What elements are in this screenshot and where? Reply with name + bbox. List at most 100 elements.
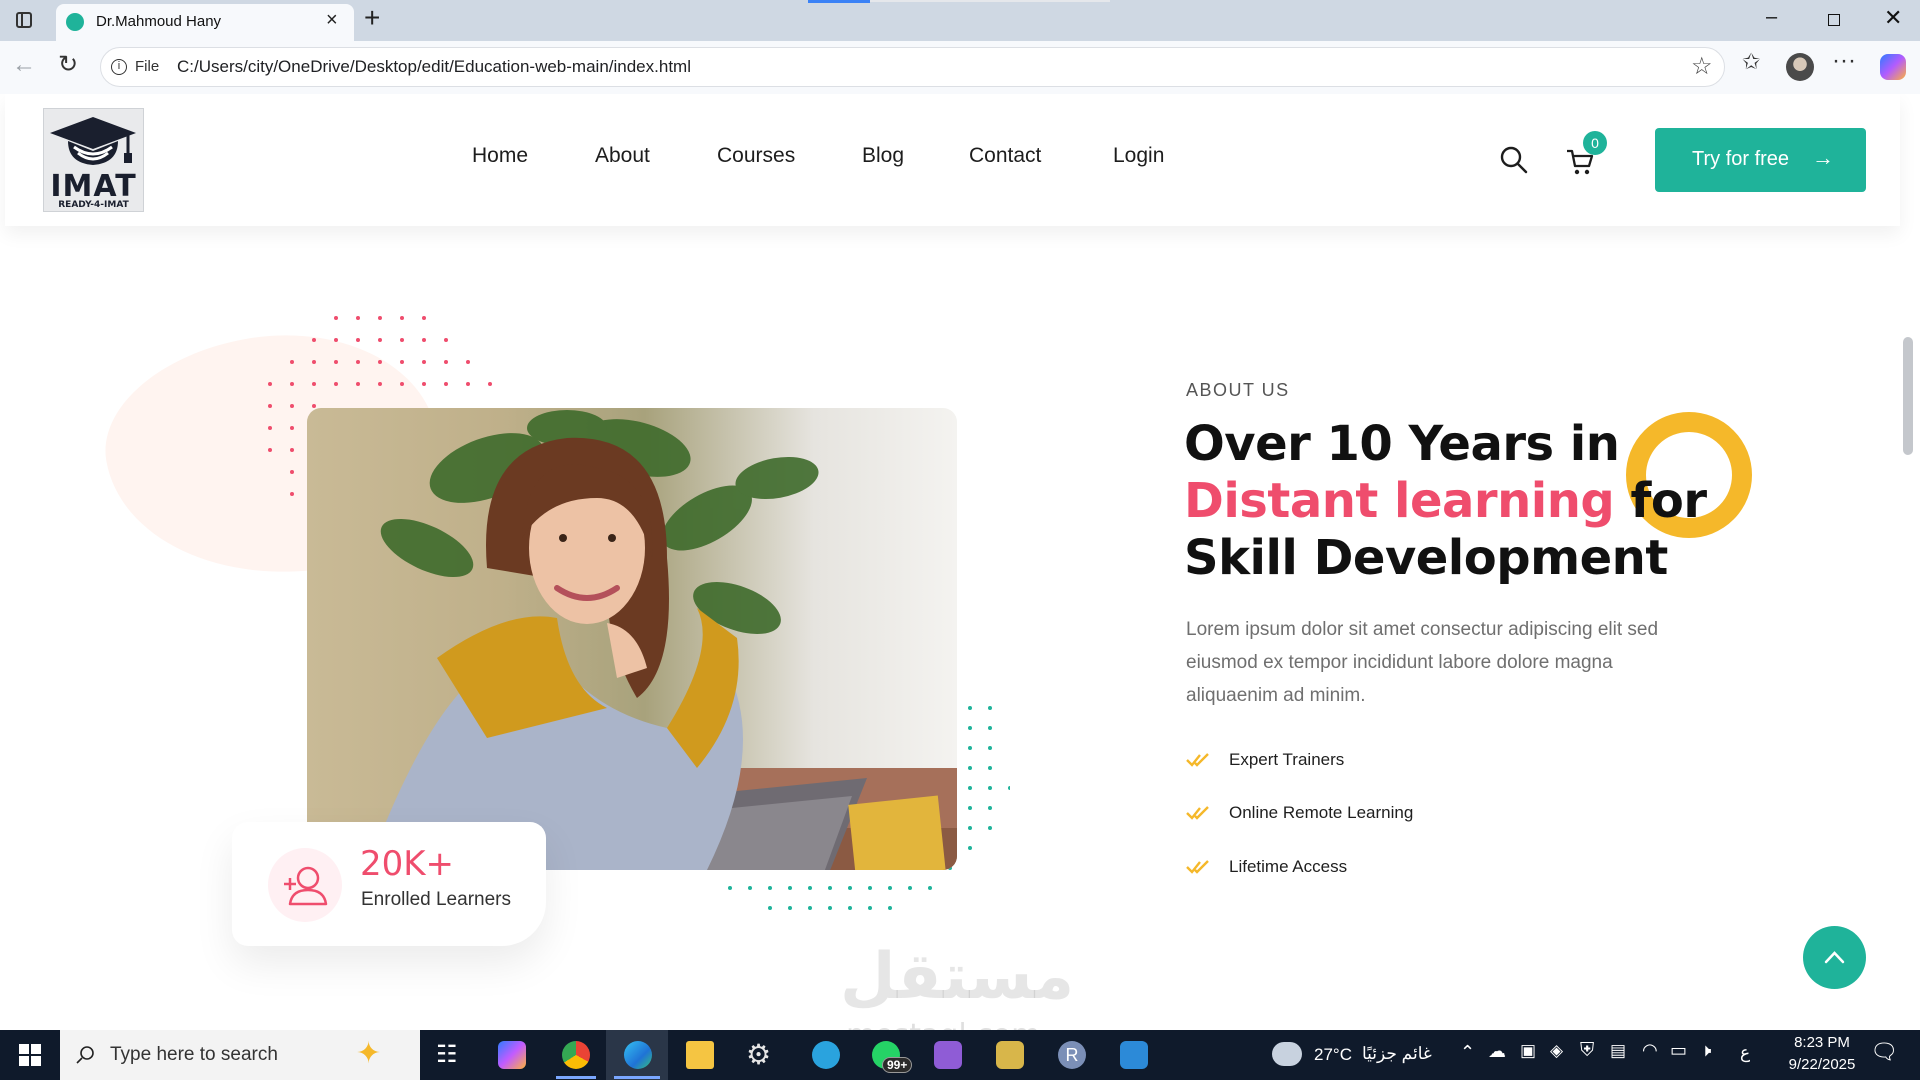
heading-line-1: Over 10 Years in	[1184, 416, 1620, 472]
heading-for: for	[1630, 473, 1707, 529]
logo-text: IMAT	[50, 169, 137, 204]
copilot-icon[interactable]	[1880, 54, 1906, 80]
battery-icon[interactable]: ▭	[1670, 1040, 1687, 1061]
heading-line-3: Skill Development	[1184, 530, 1668, 586]
add-user-icon-bg	[268, 848, 342, 922]
tab-title: Dr.Mahmoud Hany	[96, 13, 222, 30]
site-info-icon[interactable]: i	[111, 59, 127, 75]
omnibox[interactable]: i File C:/Users/city/OneDrive/Desktop/ed…	[100, 47, 1725, 87]
window-restore-icon[interactable]	[1828, 14, 1840, 26]
clock-time[interactable]: 8:23 PM	[1785, 1034, 1859, 1051]
search-highlight-icon: ✦	[356, 1037, 382, 1070]
task-view-icon[interactable]: ☷	[436, 1040, 458, 1069]
tab-strip-indicator	[808, 0, 870, 3]
double-check-icon	[1186, 753, 1209, 767]
stat-value: 20K+	[360, 844, 455, 884]
new-tab-icon[interactable]: +	[364, 2, 380, 34]
nav-courses[interactable]: Courses	[717, 144, 795, 168]
weather-temp[interactable]: 27°C	[1314, 1045, 1352, 1065]
page-scrollbar-thumb[interactable]	[1903, 337, 1913, 455]
app-tray-icon[interactable]: ◈	[1550, 1041, 1563, 1061]
tab-strip-indicator-inactive	[870, 0, 1110, 2]
address-url[interactable]: C:/Users/city/OneDrive/Desktop/edit/Educ…	[177, 57, 691, 77]
try-for-free-button[interactable]: Try for free →	[1655, 128, 1866, 192]
watermark-arabic: مستقل	[840, 940, 1075, 1014]
tab-close-icon[interactable]: ×	[326, 9, 338, 32]
reload-icon[interactable]: ↻	[58, 50, 78, 79]
nav-login[interactable]: Login	[1113, 144, 1164, 168]
stat-label: Enrolled Learners	[361, 889, 511, 910]
taskbar-search-placeholder: Type here to search	[110, 1044, 278, 1065]
add-user-icon	[284, 866, 328, 906]
about-eyebrow: ABOUT US	[1186, 380, 1290, 400]
weather-icon[interactable]	[1272, 1042, 1302, 1066]
tray-chevron-up-icon[interactable]: ⌃	[1460, 1042, 1475, 1063]
logo-subtext: READY-4-IMAT	[58, 200, 129, 210]
chevron-up-icon	[1824, 951, 1845, 964]
cart-count-badge: 0	[1583, 131, 1607, 155]
meet-now-icon[interactable]: ▣	[1520, 1041, 1536, 1061]
search-icon	[76, 1046, 94, 1064]
nav-home[interactable]: Home	[472, 144, 528, 168]
window-minimize-icon[interactable]: –	[1766, 6, 1777, 29]
sidebar-toggle-icon[interactable]	[16, 12, 32, 28]
taskbar-search-box[interactable]: Type here to search ✦	[60, 1030, 420, 1080]
favorites-icon[interactable]: ✩	[1742, 49, 1760, 75]
try-for-free-label: Try for free	[1692, 148, 1790, 170]
window-close-icon[interactable]: ✕	[1884, 5, 1902, 31]
browser-tab-bar: Dr.Mahmoud Hany × + – ✕	[0, 0, 1920, 41]
chrome-icon[interactable]	[562, 1041, 590, 1069]
favorite-star-icon[interactable]: ☆	[1691, 52, 1713, 81]
feature-online-remote-learning: Online Remote Learning	[1229, 803, 1414, 822]
more-menu-icon[interactable]: ···	[1832, 47, 1856, 75]
edge-icon[interactable]	[624, 1041, 652, 1069]
watermark-latin: mostaql.com	[846, 1018, 1040, 1030]
site-favicon-icon	[66, 13, 84, 31]
feature-lifetime-access: Lifetime Access	[1229, 857, 1348, 876]
back-icon[interactable]: ←	[12, 51, 36, 79]
feature-expert-trainers: Expert Trainers	[1229, 750, 1345, 769]
profile-avatar[interactable]	[1786, 53, 1814, 81]
security-shield-icon[interactable]: ⛨	[1580, 1040, 1594, 1062]
file-explorer-icon[interactable]	[686, 1041, 714, 1069]
address-scheme: File	[135, 58, 160, 75]
vscode-icon[interactable]	[1120, 1041, 1148, 1069]
web-page: IMAT READY-4-IMAT Home About Courses Blo…	[0, 94, 1920, 1030]
windows-start-icon[interactable]	[19, 1044, 41, 1066]
copilot-taskbar-icon[interactable]	[498, 1041, 526, 1069]
about-heading: Over 10 Years in Distant learning for Sk…	[1184, 416, 1744, 587]
input-language[interactable]: ع	[1740, 1043, 1750, 1063]
nav-contact[interactable]: Contact	[969, 144, 1041, 168]
weather-condition[interactable]: غائم جزئيًا	[1362, 1044, 1432, 1064]
double-check-icon	[1186, 806, 1209, 820]
clock-date[interactable]: 9/22/2025	[1777, 1056, 1867, 1073]
search-icon[interactable]	[1499, 145, 1529, 175]
display-icon[interactable]: ▤	[1610, 1041, 1626, 1061]
heading-highlight: Distant learning	[1184, 473, 1615, 529]
wifi-icon[interactable]: ◠	[1642, 1040, 1658, 1061]
browser-address-bar: ← ↻ i File C:/Users/city/OneDrive/Deskto…	[0, 41, 1920, 94]
heading-line-2: Distant learning for	[1184, 473, 1744, 530]
site-header: IMAT READY-4-IMAT Home About Courses Blo…	[5, 94, 1900, 226]
nav-about[interactable]: About	[595, 144, 650, 168]
visual-studio-icon[interactable]	[934, 1041, 962, 1069]
nav-blog[interactable]: Blog	[862, 144, 904, 168]
graduation-cap-icon	[50, 117, 136, 165]
telegram-icon[interactable]	[812, 1041, 840, 1069]
browser-tab-active[interactable]: Dr.Mahmoud Hany ×	[56, 4, 354, 41]
whatsapp-badge: 99+	[882, 1057, 913, 1073]
hero-photo-illustration	[307, 410, 957, 870]
back-to-top-button[interactable]	[1803, 926, 1866, 989]
volume-icon[interactable]: 🕨	[1700, 1040, 1711, 1061]
chrome-active-indicator	[556, 1076, 596, 1079]
double-check-icon	[1186, 860, 1209, 874]
r-lang-icon[interactable]: R	[1058, 1041, 1086, 1069]
windows-taskbar: Type here to search ✦ ☷ ⚙ 99+ R 27°C غائ…	[0, 1030, 1920, 1080]
settings-gear-icon[interactable]: ⚙	[746, 1038, 771, 1071]
onedrive-icon[interactable]: ☁	[1488, 1041, 1506, 1062]
hero-photo	[307, 408, 957, 870]
site-logo[interactable]: IMAT READY-4-IMAT	[43, 108, 144, 212]
notifications-icon[interactable]: 🗨	[1870, 1039, 1898, 1065]
snip-tool-icon[interactable]	[996, 1041, 1024, 1069]
enrolled-learners-card: 20K+ Enrolled Learners	[232, 822, 546, 946]
